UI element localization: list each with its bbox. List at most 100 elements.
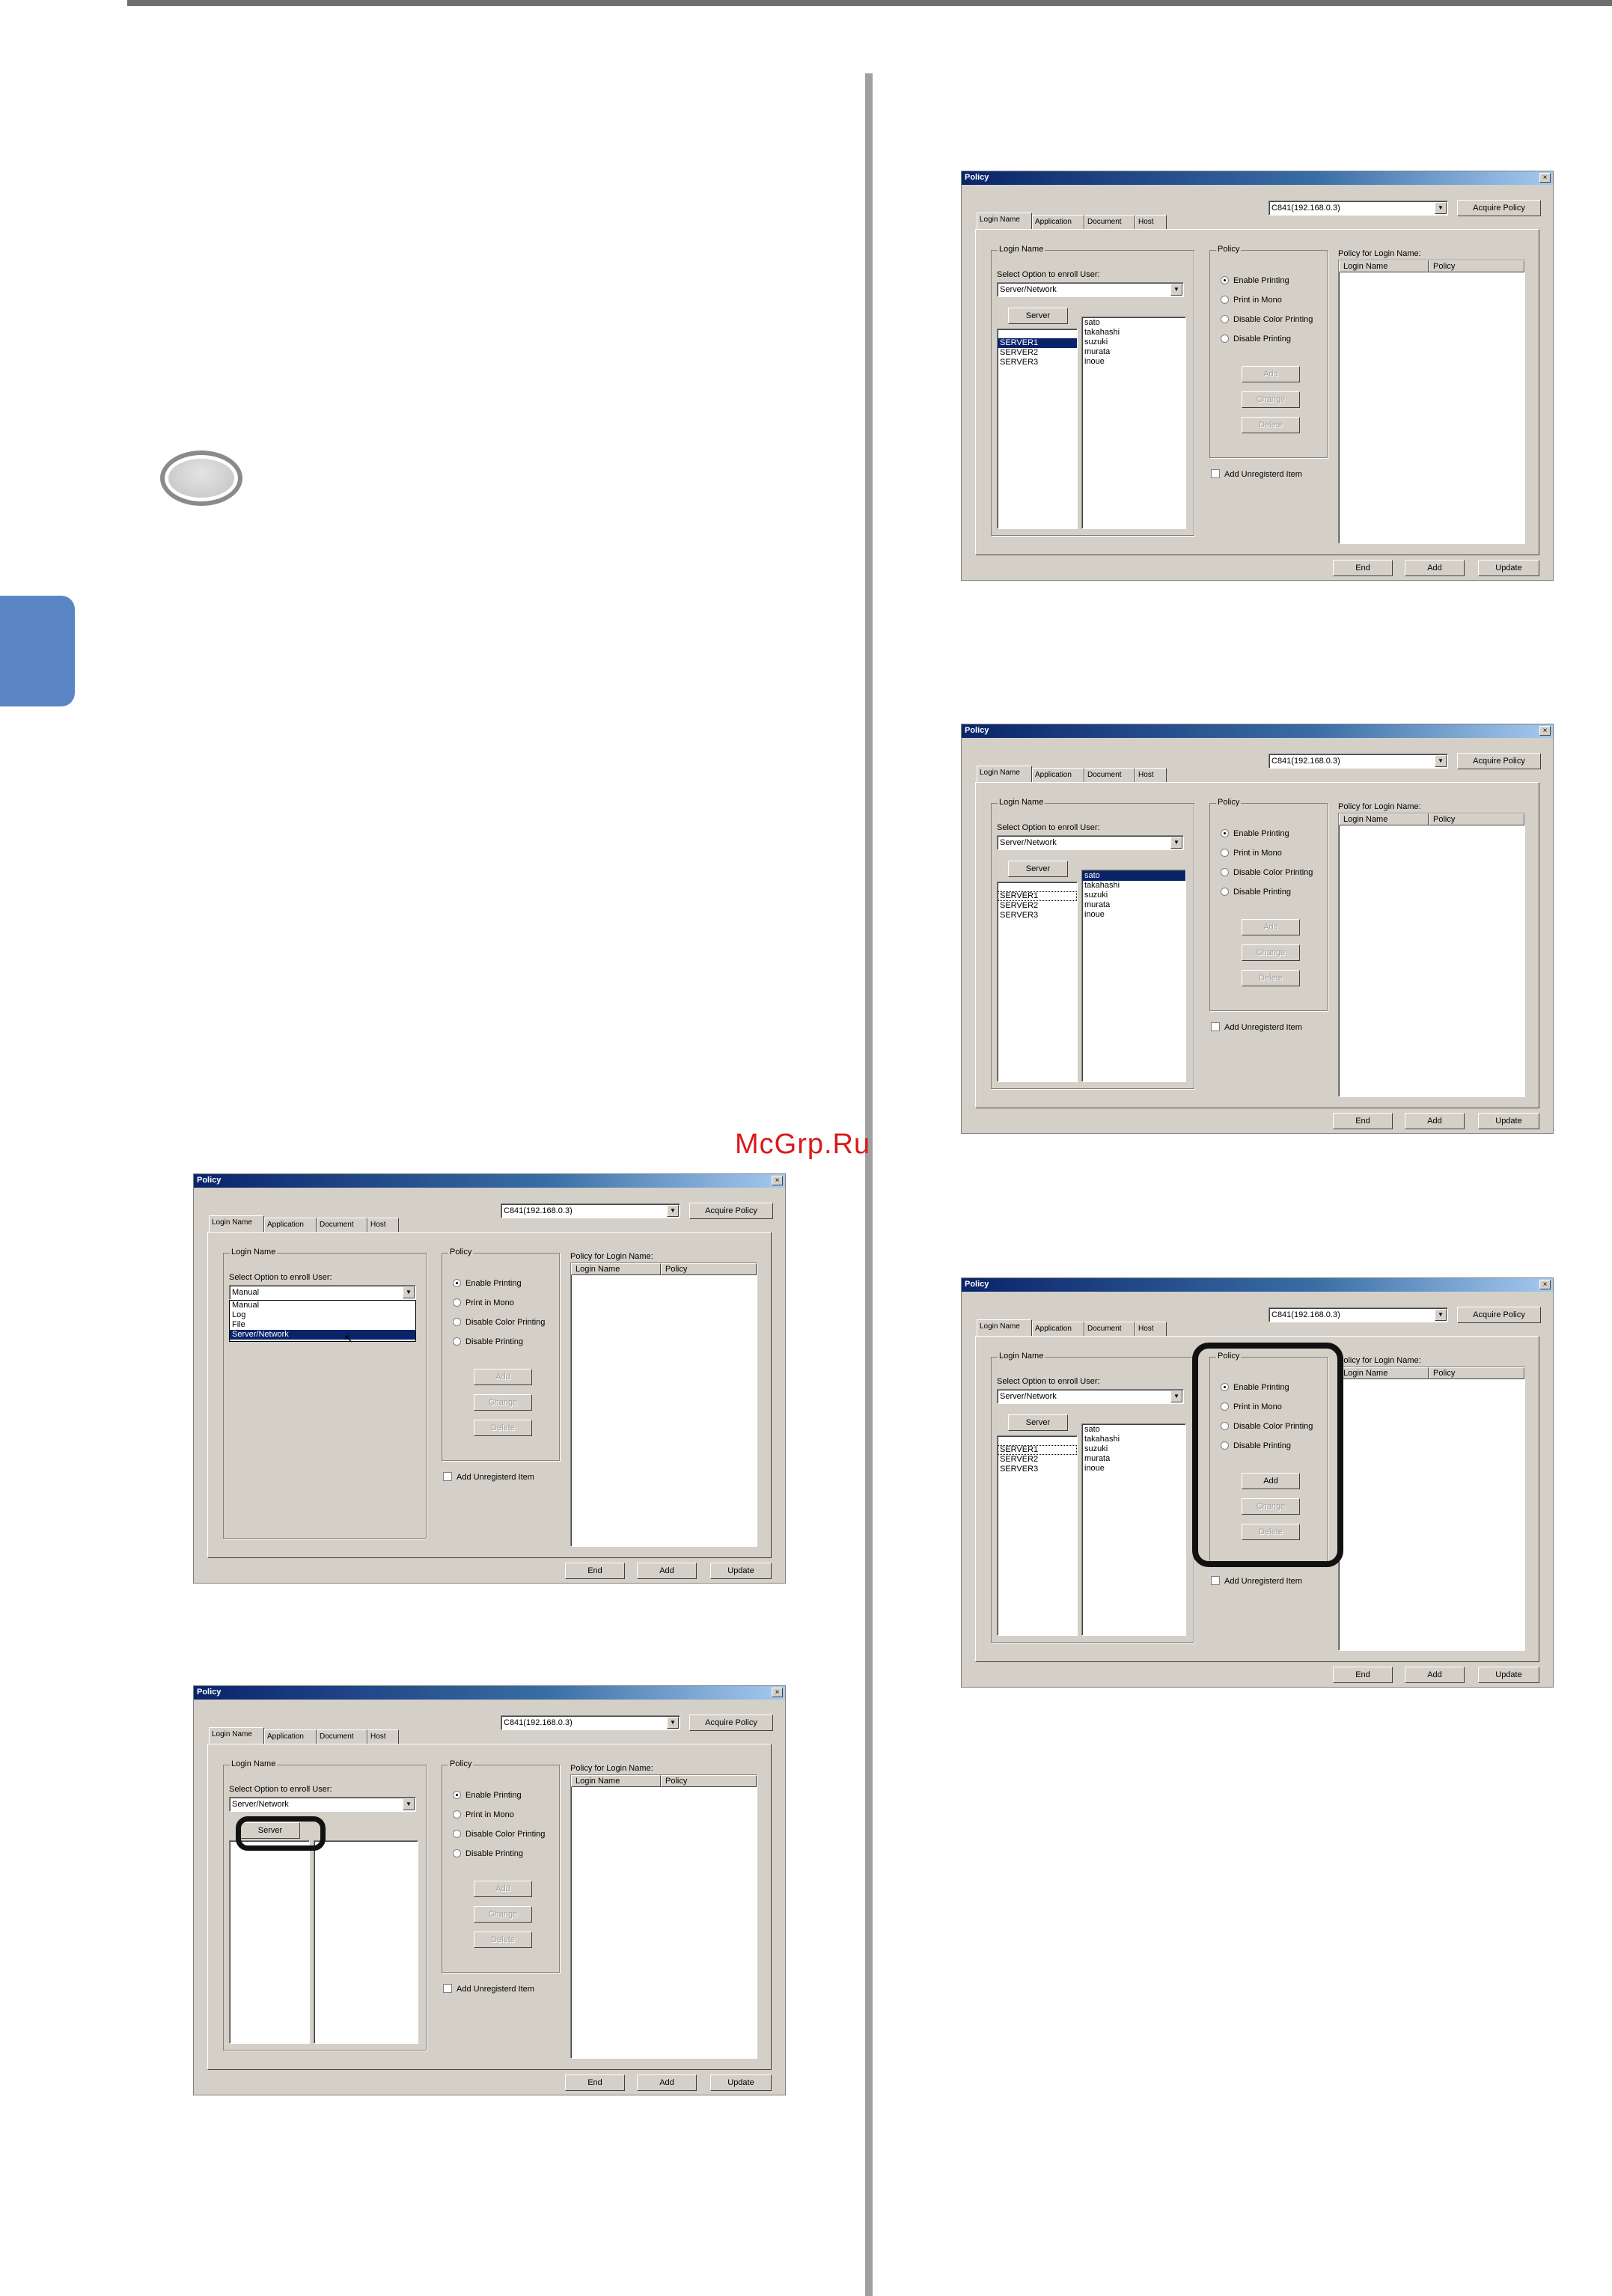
tab-document[interactable]: Document: [317, 1218, 367, 1233]
server-list[interactable]: SERVER1 SERVER2 SERVER3: [997, 882, 1078, 1082]
tab-application[interactable]: Application: [1032, 768, 1084, 783]
dropdown-option[interactable]: Manual: [230, 1301, 415, 1310]
server-list[interactable]: SERVER1 SERVER2 SERVER3: [997, 329, 1078, 529]
tab-host[interactable]: Host: [1135, 1322, 1167, 1337]
radio-disable-color-printing[interactable]: Disable Color Printing: [1221, 868, 1313, 877]
dropdown-option[interactable]: Log: [230, 1310, 415, 1320]
policy-list[interactable]: Login Name Policy: [570, 1774, 757, 2059]
user-list[interactable]: sato takahashi suzuki murata inoue: [1081, 317, 1186, 529]
server-list-item[interactable]: SERVER3: [998, 1465, 1077, 1474]
enroll-option-select[interactable]: Server/Network ▼: [997, 835, 1184, 850]
dropdown-option[interactable]: Server/Network: [230, 1330, 415, 1340]
tab-document[interactable]: Document: [317, 1729, 367, 1744]
col-header-login-name[interactable]: Login Name: [571, 1775, 661, 1787]
printer-select[interactable]: C841(192.168.0.3) ▼: [501, 1203, 680, 1218]
user-list-item[interactable]: takahashi: [1082, 1435, 1185, 1444]
user-list-item[interactable]: murata: [1082, 900, 1185, 910]
tab-application[interactable]: Application: [1032, 1322, 1084, 1337]
user-list-item[interactable]: suzuki: [1082, 1444, 1185, 1454]
add-button[interactable]: Add: [637, 1563, 697, 1579]
update-button[interactable]: Update: [1478, 1667, 1539, 1683]
col-header-policy[interactable]: Policy: [1429, 1367, 1524, 1379]
update-button[interactable]: Update: [1478, 1113, 1539, 1129]
policy-delete-button[interactable]: Delete: [474, 1420, 532, 1436]
user-list-item[interactable]: inoue: [1082, 1464, 1185, 1474]
printer-select[interactable]: C841(192.168.0.3) ▼: [501, 1715, 680, 1730]
policy-change-button[interactable]: Change: [474, 1906, 532, 1923]
tab-login-name[interactable]: Login Name: [977, 213, 1032, 230]
tab-login-name[interactable]: Login Name: [977, 766, 1032, 783]
add-button[interactable]: Add: [637, 2074, 697, 2091]
col-header-policy[interactable]: Policy: [661, 1775, 757, 1787]
close-icon[interactable]: ×: [1539, 726, 1551, 736]
radio-disable-printing[interactable]: Disable Printing: [453, 1337, 523, 1346]
policy-list[interactable]: Login Name Policy: [1338, 260, 1525, 544]
add-unregistered-checkbox[interactable]: Add Unregisterd Item: [1211, 1022, 1302, 1032]
update-button[interactable]: Update: [710, 1563, 772, 1579]
radio-enable-printing[interactable]: Enable Printing: [1221, 829, 1289, 838]
add-unregistered-checkbox[interactable]: Add Unregisterd Item: [443, 1984, 534, 1994]
policy-list[interactable]: Login Name Policy: [1338, 813, 1525, 1097]
col-header-policy[interactable]: Policy: [1429, 813, 1524, 825]
radio-enable-printing[interactable]: Enable Printing: [453, 1791, 522, 1800]
close-icon[interactable]: ×: [1539, 1280, 1551, 1289]
enroll-option-select[interactable]: Server/Network ▼: [997, 1389, 1184, 1404]
radio-disable-color-printing[interactable]: Disable Color Printing: [453, 1318, 545, 1327]
policy-delete-button[interactable]: Delete: [1242, 970, 1300, 986]
printer-select[interactable]: C841(192.168.0.3) ▼: [1268, 754, 1448, 769]
end-button[interactable]: End: [1333, 560, 1393, 576]
server-list-item[interactable]: SERVER3: [998, 911, 1077, 920]
radio-print-in-mono[interactable]: Print in Mono: [1221, 849, 1282, 858]
end-button[interactable]: End: [1333, 1667, 1393, 1683]
acquire-policy-button[interactable]: Acquire Policy: [689, 1715, 773, 1731]
end-button[interactable]: End: [565, 2074, 625, 2091]
policy-delete-button[interactable]: Delete: [474, 1932, 532, 1948]
add-unregistered-checkbox[interactable]: Add Unregisterd Item: [1211, 469, 1302, 479]
acquire-policy-button[interactable]: Acquire Policy: [1457, 1307, 1541, 1323]
radio-disable-printing[interactable]: Disable Printing: [453, 1849, 523, 1858]
user-list-item[interactable]: murata: [1082, 347, 1185, 357]
radio-print-in-mono[interactable]: Print in Mono: [1221, 296, 1282, 305]
acquire-policy-button[interactable]: Acquire Policy: [689, 1203, 773, 1219]
col-header-login-name[interactable]: Login Name: [1339, 260, 1429, 272]
server-button[interactable]: Server: [1008, 308, 1068, 324]
end-button[interactable]: End: [1333, 1113, 1393, 1129]
tab-document[interactable]: Document: [1084, 768, 1135, 783]
acquire-policy-button[interactable]: Acquire Policy: [1457, 753, 1541, 769]
server-list[interactable]: SERVER1 SERVER2 SERVER3: [997, 1435, 1078, 1636]
add-unregistered-checkbox[interactable]: Add Unregisterd Item: [443, 1472, 534, 1482]
add-button[interactable]: Add: [1405, 1667, 1465, 1683]
tab-host[interactable]: Host: [1135, 768, 1167, 783]
col-header-login-name[interactable]: Login Name: [1339, 813, 1429, 825]
server-list-item[interactable]: SERVER1: [998, 1445, 1077, 1455]
radio-disable-printing[interactable]: Disable Printing: [1221, 888, 1291, 897]
tab-login-name[interactable]: Login Name: [209, 1727, 264, 1744]
acquire-policy-button[interactable]: Acquire Policy: [1457, 200, 1541, 216]
user-list-item[interactable]: sato: [1082, 871, 1185, 881]
server-list-item[interactable]: SERVER2: [998, 901, 1077, 911]
update-button[interactable]: Update: [1478, 560, 1539, 576]
printer-select[interactable]: C841(192.168.0.3) ▼: [1268, 201, 1448, 216]
radio-disable-color-printing[interactable]: Disable Color Printing: [1221, 315, 1313, 324]
col-header-login-name[interactable]: Login Name: [571, 1263, 661, 1275]
add-button[interactable]: Add: [1405, 560, 1465, 576]
radio-enable-printing[interactable]: Enable Printing: [1221, 276, 1289, 285]
policy-change-button[interactable]: Change: [1242, 391, 1300, 408]
server-button[interactable]: Server: [1008, 1414, 1068, 1431]
col-header-login-name[interactable]: Login Name: [1339, 1367, 1429, 1379]
tab-application[interactable]: Application: [264, 1218, 317, 1233]
policy-list[interactable]: Login Name Policy: [570, 1263, 757, 1547]
printer-select[interactable]: C841(192.168.0.3) ▼: [1268, 1307, 1448, 1322]
server-list-item[interactable]: SERVER2: [998, 348, 1077, 358]
close-icon[interactable]: ×: [772, 1176, 783, 1185]
user-list-item[interactable]: sato: [1082, 1425, 1185, 1435]
radio-disable-printing[interactable]: Disable Printing: [1221, 335, 1291, 344]
col-header-policy[interactable]: Policy: [1429, 260, 1524, 272]
user-list-item[interactable]: suzuki: [1082, 338, 1185, 347]
user-list-item[interactable]: takahashi: [1082, 881, 1185, 891]
enroll-option-dropdown[interactable]: Manual Log File Server/Network: [229, 1300, 416, 1342]
tab-login-name[interactable]: Login Name: [977, 1319, 1032, 1337]
col-header-policy[interactable]: Policy: [661, 1263, 757, 1275]
close-icon[interactable]: ×: [1539, 173, 1551, 183]
server-list-item[interactable]: SERVER3: [998, 358, 1077, 367]
